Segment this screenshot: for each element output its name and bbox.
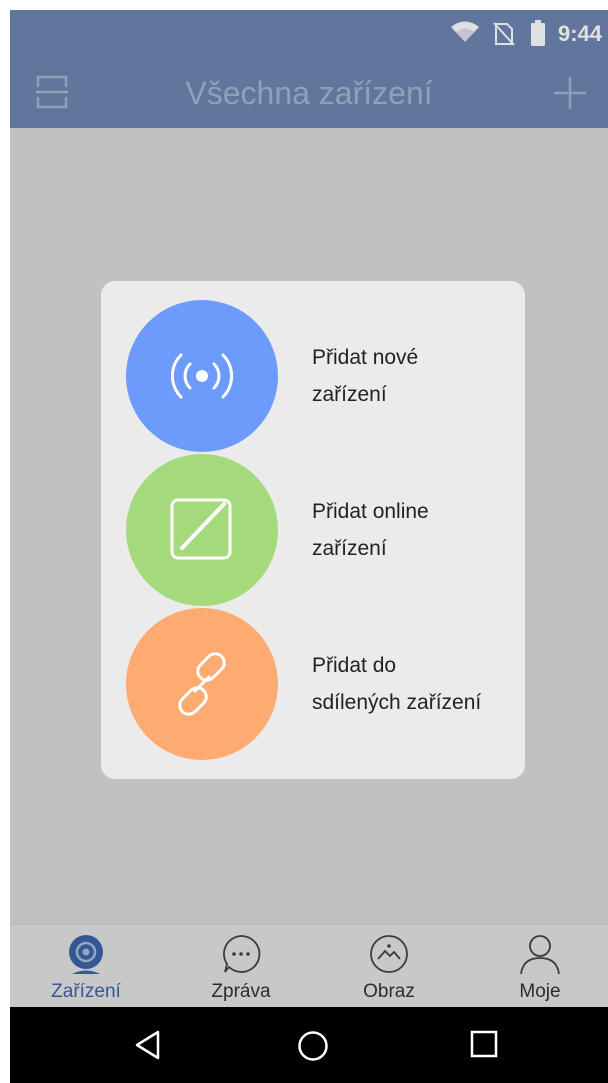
option-add-shared-device[interactable]: Přidat do sdílených zařízení — [126, 608, 506, 760]
option-add-online-device[interactable]: Přidat online zařízení — [126, 454, 506, 606]
system-nav-bar — [10, 1007, 608, 1083]
edit-square-icon — [126, 454, 278, 606]
option-add-shared-device-line1: Přidat do — [312, 654, 397, 677]
add-device-dialog: Přidat nové zařízení Přidat online zaříz… — [101, 281, 525, 779]
option-add-shared-device-line2: sdílených zařízení — [312, 691, 482, 714]
home-icon[interactable] — [297, 1030, 329, 1062]
back-icon[interactable] — [134, 1030, 162, 1060]
option-add-new-device-line2: zařízení — [312, 383, 387, 406]
option-add-online-device-line2: zařízení — [312, 537, 387, 560]
option-add-online-device-line1: Přidat online — [312, 500, 429, 523]
recents-icon[interactable] — [470, 1030, 498, 1058]
wireless-signal-icon — [126, 300, 278, 452]
link-icon — [126, 608, 278, 760]
app-screen: 9:44 Všechna zařízení Žádná zařízení neb… — [10, 10, 608, 1083]
option-add-new-device[interactable]: Přidat nové zařízení — [126, 300, 506, 452]
option-add-new-device-line1: Přidat nové — [312, 346, 419, 369]
